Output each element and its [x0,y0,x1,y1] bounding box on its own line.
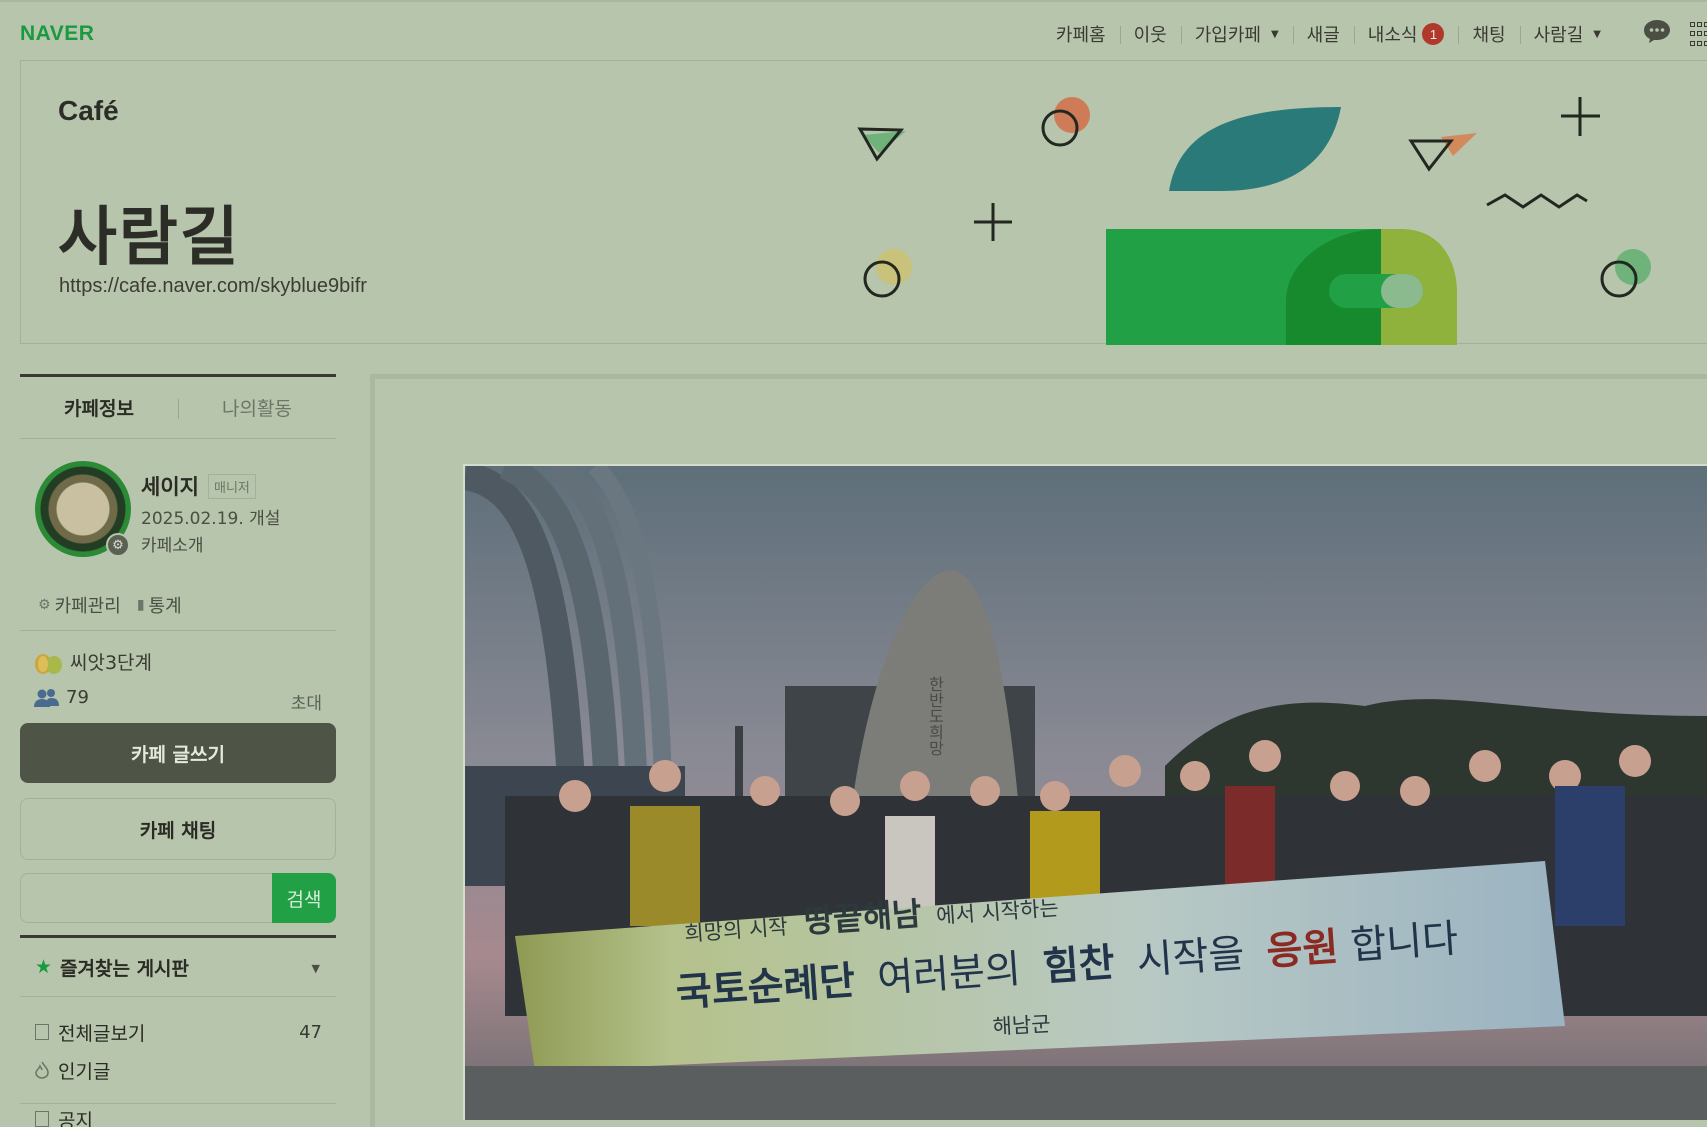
cafe-search-input[interactable] [20,873,272,923]
manager-name[interactable]: 세이지 [141,471,199,501]
speech-bubble-icon[interactable] [1643,18,1671,44]
gnb-joined-cafes[interactable]: 가입카페 ▼ [1180,21,1293,47]
flame-icon [35,1061,49,1079]
group-photo-image: 한반도희망 희망의 시작 땅끝해남 에서 시작하는 국토순례단 여러분의 힘찬 … [465,466,1707,1120]
cafe-title[interactable]: 사람길 [58,186,241,278]
gnb-my-news-label: 내소식 [1367,25,1418,46]
star-icon: ★ [35,956,53,978]
group-photo[interactable]: 한반도희망 희망의 시작 땅끝해남 에서 시작하는 국토순례단 여러분의 힘찬 … [463,464,1707,1120]
banner-decoration [857,97,1651,345]
sidebar-tabs: 카페정보 나의활동 [20,374,336,439]
chevron-down-icon[interactable]: ▼ [312,962,320,975]
member-count[interactable]: 79 [34,687,89,708]
stats-label: 통계 [148,595,182,617]
cafe-stats: 씨앗3단계 79 초대 [20,631,336,723]
stats-link[interactable]: ▮ 통계 [137,592,182,618]
gnb-my-news[interactable]: 내소식 1 [1353,21,1459,47]
banner-line2-e: 응원 [1265,925,1340,975]
board-list: 전체글보기 47 인기글 공지 [20,997,336,1127]
naver-logo[interactable]: NAVER [20,22,94,46]
open-date: 2025.02.19. 개설 [141,509,281,529]
board-label: 인기글 [58,1060,111,1083]
cafe-url[interactable]: https://cafe.naver.com/skyblue9bifr [59,275,367,298]
gear-icon[interactable]: ⚙ [106,533,130,557]
cafe-level-label: 씨앗3단계 [70,652,153,674]
gnb-new-posts-label: 새글 [1306,25,1340,46]
gear-icon: ⚙ [38,596,51,613]
caret-down-icon: ▼ [1593,28,1601,40]
favorite-boards-label: 즐겨찾는 게시판 [60,957,190,980]
global-nav-bar: NAVER 카페홈 이웃 가입카페 ▼ 새글 내소식 1 채팅 사람길 ▼ [0,0,1707,62]
cafe-manage-label: 카페관리 [54,595,121,617]
cafe-logo[interactable]: Café [58,95,119,127]
gnb-neighbors-label: 이웃 [1133,25,1167,46]
gnb-cafe-home-label: 카페홈 [1055,25,1106,46]
board-notice[interactable]: 공지 [20,1104,336,1127]
list-icon [35,1111,49,1127]
notification-badge: 1 [1422,23,1445,45]
gnb-current-cafe-label: 사람길 [1533,25,1584,46]
members-icon [34,688,59,707]
gnb-chat-label: 채팅 [1472,25,1506,46]
cafe-intro-link[interactable]: 카페소개 [141,531,204,556]
tab-my-activity[interactable]: 나의활동 [178,394,336,421]
banner-sponsor: 해남군 [992,1012,1051,1039]
gnb-new-posts[interactable]: 새글 [1292,21,1354,47]
search-button[interactable]: 검색 [272,873,336,923]
cafe-manage-link[interactable]: ⚙ 카페관리 [38,592,121,618]
manager-tag: 매니저 [208,474,256,499]
cafe-header-banner: Café 사람길 https://cafe.naver.com/skyblue9… [20,60,1707,345]
board-all-posts[interactable]: 전체글보기 47 [20,1013,336,1051]
banner-line2-f: 합니다 [1349,916,1460,968]
gnb-menu: 카페홈 이웃 가입카페 ▼ 새글 내소식 1 채팅 사람길 ▼ [1042,20,1615,48]
board-label: 공지 [58,1109,93,1127]
cafe-level[interactable]: 씨앗3단계 [34,648,152,675]
photo-bottom-edge [463,1120,1707,1127]
list-icon [35,1024,49,1040]
board-label: 전체글보기 [58,1022,146,1045]
tab-divider [178,399,179,419]
seed-icon [35,653,62,674]
banner-line2-d: 시작을 [1135,931,1246,983]
gnb-joined-cafes-label: 가입카페 [1194,25,1261,46]
caret-down-icon: ▼ [1270,28,1279,40]
cafe-chat-button[interactable]: 카페 채팅 [20,798,336,860]
monument-text: 한반도희망 [926,676,945,756]
board-post-count: 47 [299,1021,322,1043]
gnb-current-cafe[interactable]: 사람길 ▼ [1519,21,1615,47]
left-sidebar: 카페정보 나의활동 ⚙ 세이지 매니저 2025.02.19. 개설 카페소개 … [20,374,336,1127]
gnb-chat[interactable]: 채팅 [1458,21,1519,47]
banner-line2-c: 힘찬 [1041,940,1116,990]
gnb-neighbors[interactable]: 이웃 [1119,21,1181,47]
board-popular[interactable]: 인기글 [20,1051,336,1089]
favorite-boards-header[interactable]: ★ 즐겨찾는 게시판 ▼ [20,935,336,997]
admin-row: ⚙ 카페관리 ▮ 통계 [20,579,336,631]
cafe-search: 검색 [20,873,336,923]
cafe-write-button[interactable]: 카페 글쓰기 [20,723,336,783]
gnb-cafe-home[interactable]: 카페홈 [1042,21,1120,47]
grid-apps-icon[interactable] [1690,22,1707,48]
tab-cafe-info[interactable]: 카페정보 [20,394,178,421]
cafe-profile: ⚙ 세이지 매니저 2025.02.19. 개설 카페소개 [20,439,336,579]
bar-chart-icon: ▮ [136,596,145,613]
invite-link[interactable]: 초대 [291,689,322,714]
member-count-value: 79 [66,687,89,708]
